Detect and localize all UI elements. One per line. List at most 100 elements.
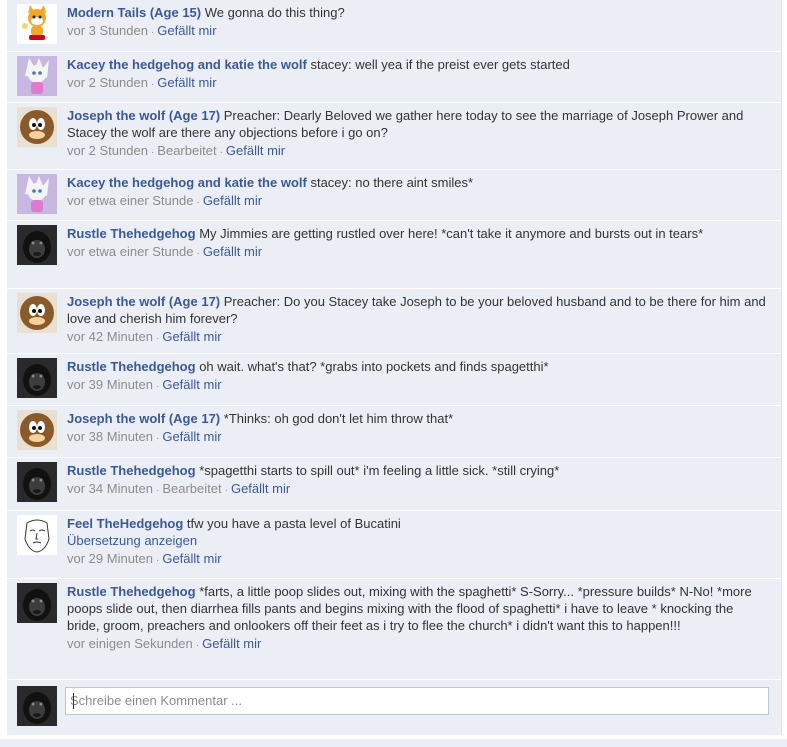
avatar[interactable] (17, 107, 57, 147)
comment-text: *spagetthi starts to spill out* i'm feel… (199, 463, 560, 478)
comment-meta: vor etwa einer Stunde · Gefällt mir (67, 243, 767, 263)
comment-meta: vor 2 Stunden · Bearbeitet · Gefällt mir (67, 142, 767, 162)
avatar[interactable] (17, 515, 57, 555)
comment-item: Rustle Thehedgehog My Jimmies are gettin… (7, 221, 781, 289)
brown-character-avatar-icon (17, 293, 57, 333)
separator: · (196, 248, 200, 259)
comment-meta: vor 34 Minuten · Bearbeitet · Gefällt mir (67, 480, 767, 500)
hedgehog-avatar-icon (17, 174, 57, 214)
comment-text: tfw you have a pasta level of Bucatini (186, 516, 401, 531)
comment-meta: vor 42 Minuten · Gefällt mir (67, 328, 767, 348)
like-link[interactable]: Gefällt mir (203, 193, 262, 208)
comment-item: Rustle Thehedgehog *spagetthi starts to … (7, 458, 781, 511)
brown-character-avatar-icon (17, 410, 57, 450)
comment-item: Joseph the wolf (Age 17) Preacher: Do yo… (7, 289, 781, 354)
comment-meta: vor 29 Minuten · Gefällt mir (67, 550, 767, 570)
separator: · (224, 485, 228, 496)
comment-author[interactable]: Joseph the wolf (Age 17) (67, 411, 220, 426)
like-link[interactable]: Gefällt mir (162, 377, 221, 392)
comment-author[interactable]: Rustle Thehedgehog (67, 359, 196, 374)
comment-text: *Thinks: oh god don't let him throw that… (223, 411, 454, 426)
avatar[interactable] (17, 583, 57, 623)
comment-text: stacey: well yea if the preist ever gets… (310, 57, 570, 72)
avatar[interactable] (17, 4, 57, 44)
comment-time[interactable]: vor 34 Minuten (67, 481, 153, 496)
comment-time[interactable]: vor 2 Stunden (67, 143, 148, 158)
comment-composer: Schreibe einen Kommentar ... (7, 680, 781, 728)
avatar[interactable] (17, 462, 57, 502)
comment-time[interactable]: vor etwa einer Stunde (67, 193, 193, 208)
comment-author[interactable]: Joseph the wolf (Age 17) (67, 108, 220, 123)
avatar[interactable] (17, 225, 57, 265)
comment-text: stacey: no there aint smiles* (310, 175, 474, 190)
separator: · (156, 333, 160, 344)
comment-text: My Jimmies are getting rustled over here… (199, 226, 704, 241)
like-link[interactable]: Gefällt mir (202, 636, 261, 651)
comment-meta: vor 38 Minuten · Gefällt mir (67, 428, 767, 448)
like-link[interactable]: Gefällt mir (162, 551, 221, 566)
like-link[interactable]: Gefällt mir (226, 143, 285, 158)
comment-meta: vor etwa einer Stunde · Gefällt mir (67, 192, 767, 212)
gorilla-avatar-icon (17, 686, 57, 726)
comment-input[interactable]: Schreibe einen Kommentar ... (65, 687, 769, 715)
like-link[interactable]: Gefällt mir (162, 329, 221, 344)
like-link[interactable]: Gefällt mir (162, 429, 221, 444)
hedgehog-avatar-icon (17, 56, 57, 96)
separator: · (156, 555, 160, 566)
comment-item: Joseph the wolf (Age 17) *Thinks: oh god… (7, 406, 781, 458)
like-link[interactable]: Gefällt mir (203, 244, 262, 259)
separator: · (156, 381, 160, 392)
comment-item: Feel TheHedgehog tfw you have a pasta le… (7, 511, 781, 579)
comment-time[interactable]: vor 42 Minuten (67, 329, 153, 344)
avatar[interactable] (17, 293, 57, 333)
comment-meta: vor 39 Minuten · Gefällt mir (67, 376, 767, 396)
separator: · (150, 147, 155, 158)
comment-time[interactable]: vor 2 Stunden (67, 75, 148, 90)
panel-bottom (0, 739, 787, 747)
comment-time[interactable]: vor 39 Minuten (67, 377, 153, 392)
comment-item: Rustle Thehedgehog *farts, a little poop… (7, 579, 781, 680)
edited-label[interactable]: Bearbeitet (162, 481, 221, 496)
comment-author[interactable]: Joseph the wolf (Age 17) (67, 294, 220, 309)
like-link[interactable]: Gefällt mir (231, 481, 290, 496)
comment-text: oh wait. what's that? *grabs into pocket… (199, 359, 549, 374)
avatar[interactable] (17, 174, 57, 214)
comment-meta: vor einigen Sekunden · Gefällt mir (67, 635, 767, 655)
translate-link[interactable]: Übersetzung anzeigen (67, 532, 767, 550)
comment-author[interactable]: Rustle Thehedgehog (67, 584, 196, 599)
like-link[interactable]: Gefällt mir (157, 23, 216, 38)
separator: · (156, 433, 160, 444)
comment-author[interactable]: Modern Tails (Age 15) (67, 5, 201, 20)
separator: · (156, 485, 160, 496)
comment-time[interactable]: vor 29 Minuten (67, 551, 153, 566)
avatar[interactable] (17, 410, 57, 450)
comment-time[interactable]: vor 38 Minuten (67, 429, 153, 444)
avatar[interactable] (17, 358, 57, 398)
text-caret (73, 693, 74, 709)
comment-author[interactable]: Feel TheHedgehog (67, 516, 183, 531)
gorilla-avatar-icon (17, 583, 57, 623)
fox-avatar-icon (17, 4, 57, 44)
comment-author[interactable]: Kacey the hedgehog and katie the wolf (67, 175, 307, 190)
comment-author[interactable]: Rustle Thehedgehog (67, 463, 196, 478)
edited-label[interactable]: Bearbeitet (157, 143, 216, 158)
comment-item: Modern Tails (Age 15) We gonna do this t… (7, 0, 781, 52)
comment-item: Kacey the hedgehog and katie the wolf st… (7, 170, 781, 221)
comment-meta: vor 3 Stunden · Gefällt mir (67, 22, 767, 42)
feels-guy-avatar-icon (17, 515, 57, 555)
separator: · (196, 197, 200, 208)
comments-section: Modern Tails (Age 15) We gonna do this t… (0, 0, 787, 747)
comment-item: Kacey the hedgehog and katie the wolf st… (7, 52, 781, 103)
comment-author[interactable]: Rustle Thehedgehog (67, 226, 196, 241)
separator: · (219, 147, 223, 158)
comment-time[interactable]: vor einigen Sekunden (67, 636, 193, 651)
like-link[interactable]: Gefällt mir (157, 75, 216, 90)
comment-time[interactable]: vor etwa einer Stunde (67, 244, 193, 259)
separator: · (150, 79, 155, 90)
brown-character-avatar-icon (17, 107, 57, 147)
comment-time[interactable]: vor 3 Stunden (67, 23, 148, 38)
avatar[interactable] (17, 56, 57, 96)
comment-text: We gonna do this thing? (204, 5, 345, 20)
composer-avatar (17, 686, 57, 726)
comment-author[interactable]: Kacey the hedgehog and katie the wolf (67, 57, 307, 72)
